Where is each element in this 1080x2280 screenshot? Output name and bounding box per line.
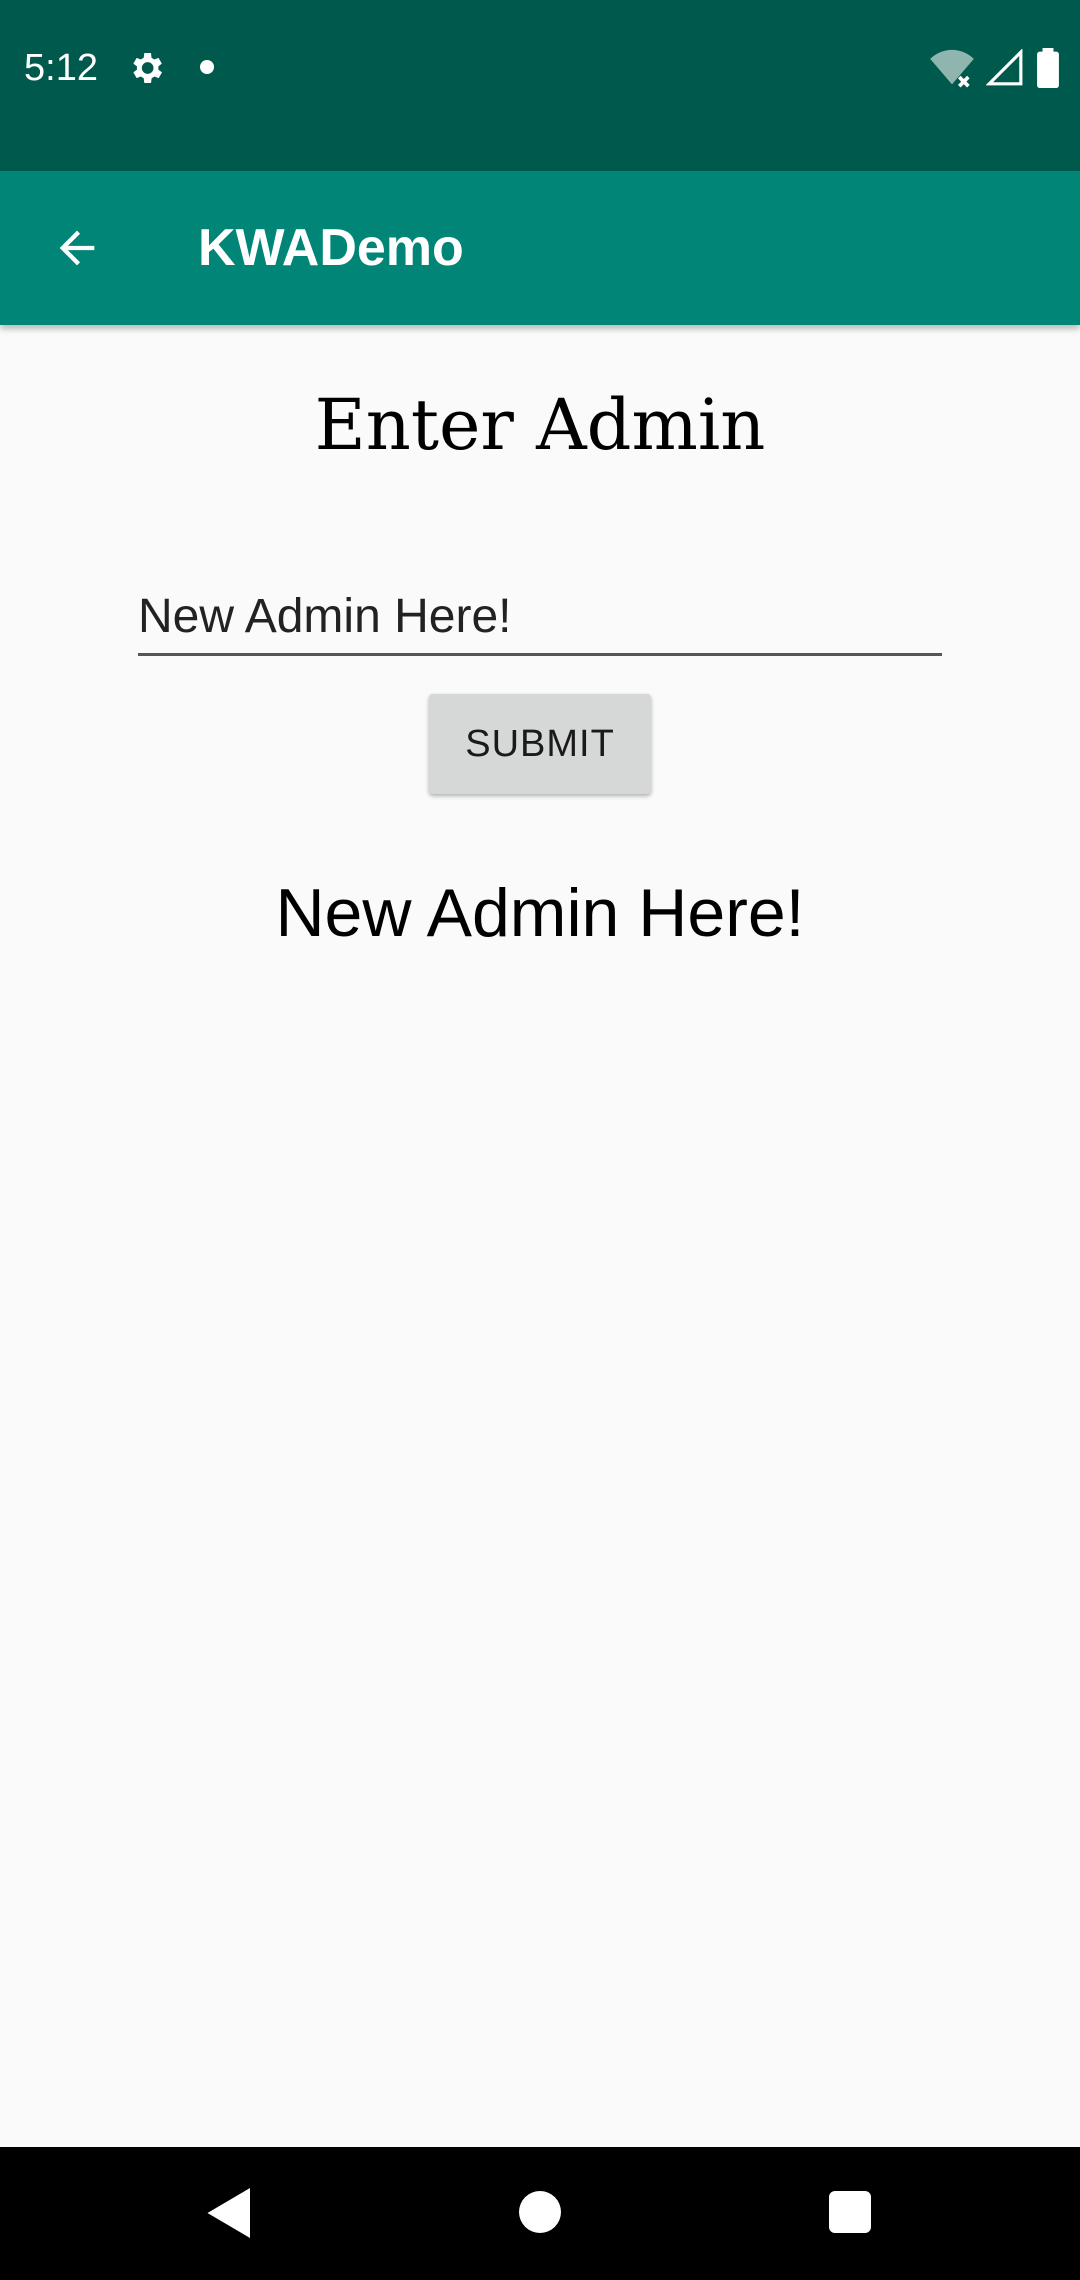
back-triangle-icon[interactable]	[200, 2183, 260, 2243]
battery-icon	[1037, 48, 1059, 88]
status-time: 5:12	[24, 47, 98, 89]
app-bar: KWADemo	[0, 171, 1080, 325]
submit-button[interactable]: SUBMIT	[429, 694, 651, 794]
back-button[interactable]	[36, 207, 118, 289]
admin-input[interactable]	[138, 580, 942, 656]
result-text: New Admin Here!	[275, 875, 805, 951]
recents-square-icon[interactable]	[829, 2191, 871, 2233]
settings-gear-icon	[133, 53, 162, 83]
main-content: Enter Admin SUBMIT New Admin Here!	[0, 325, 1080, 2147]
status-bar: 5:12	[0, 0, 1080, 171]
wifi-icon	[930, 49, 974, 88]
app-title: KWADemo	[198, 219, 464, 277]
notification-dot-icon	[200, 60, 214, 74]
page-heading: Enter Admin	[314, 384, 766, 466]
arrow-back-icon	[59, 230, 95, 266]
status-icons	[930, 48, 1060, 88]
home-circle-icon[interactable]	[519, 2191, 561, 2233]
navigation-bar	[0, 2147, 1080, 2280]
signal-icon	[986, 49, 1023, 86]
